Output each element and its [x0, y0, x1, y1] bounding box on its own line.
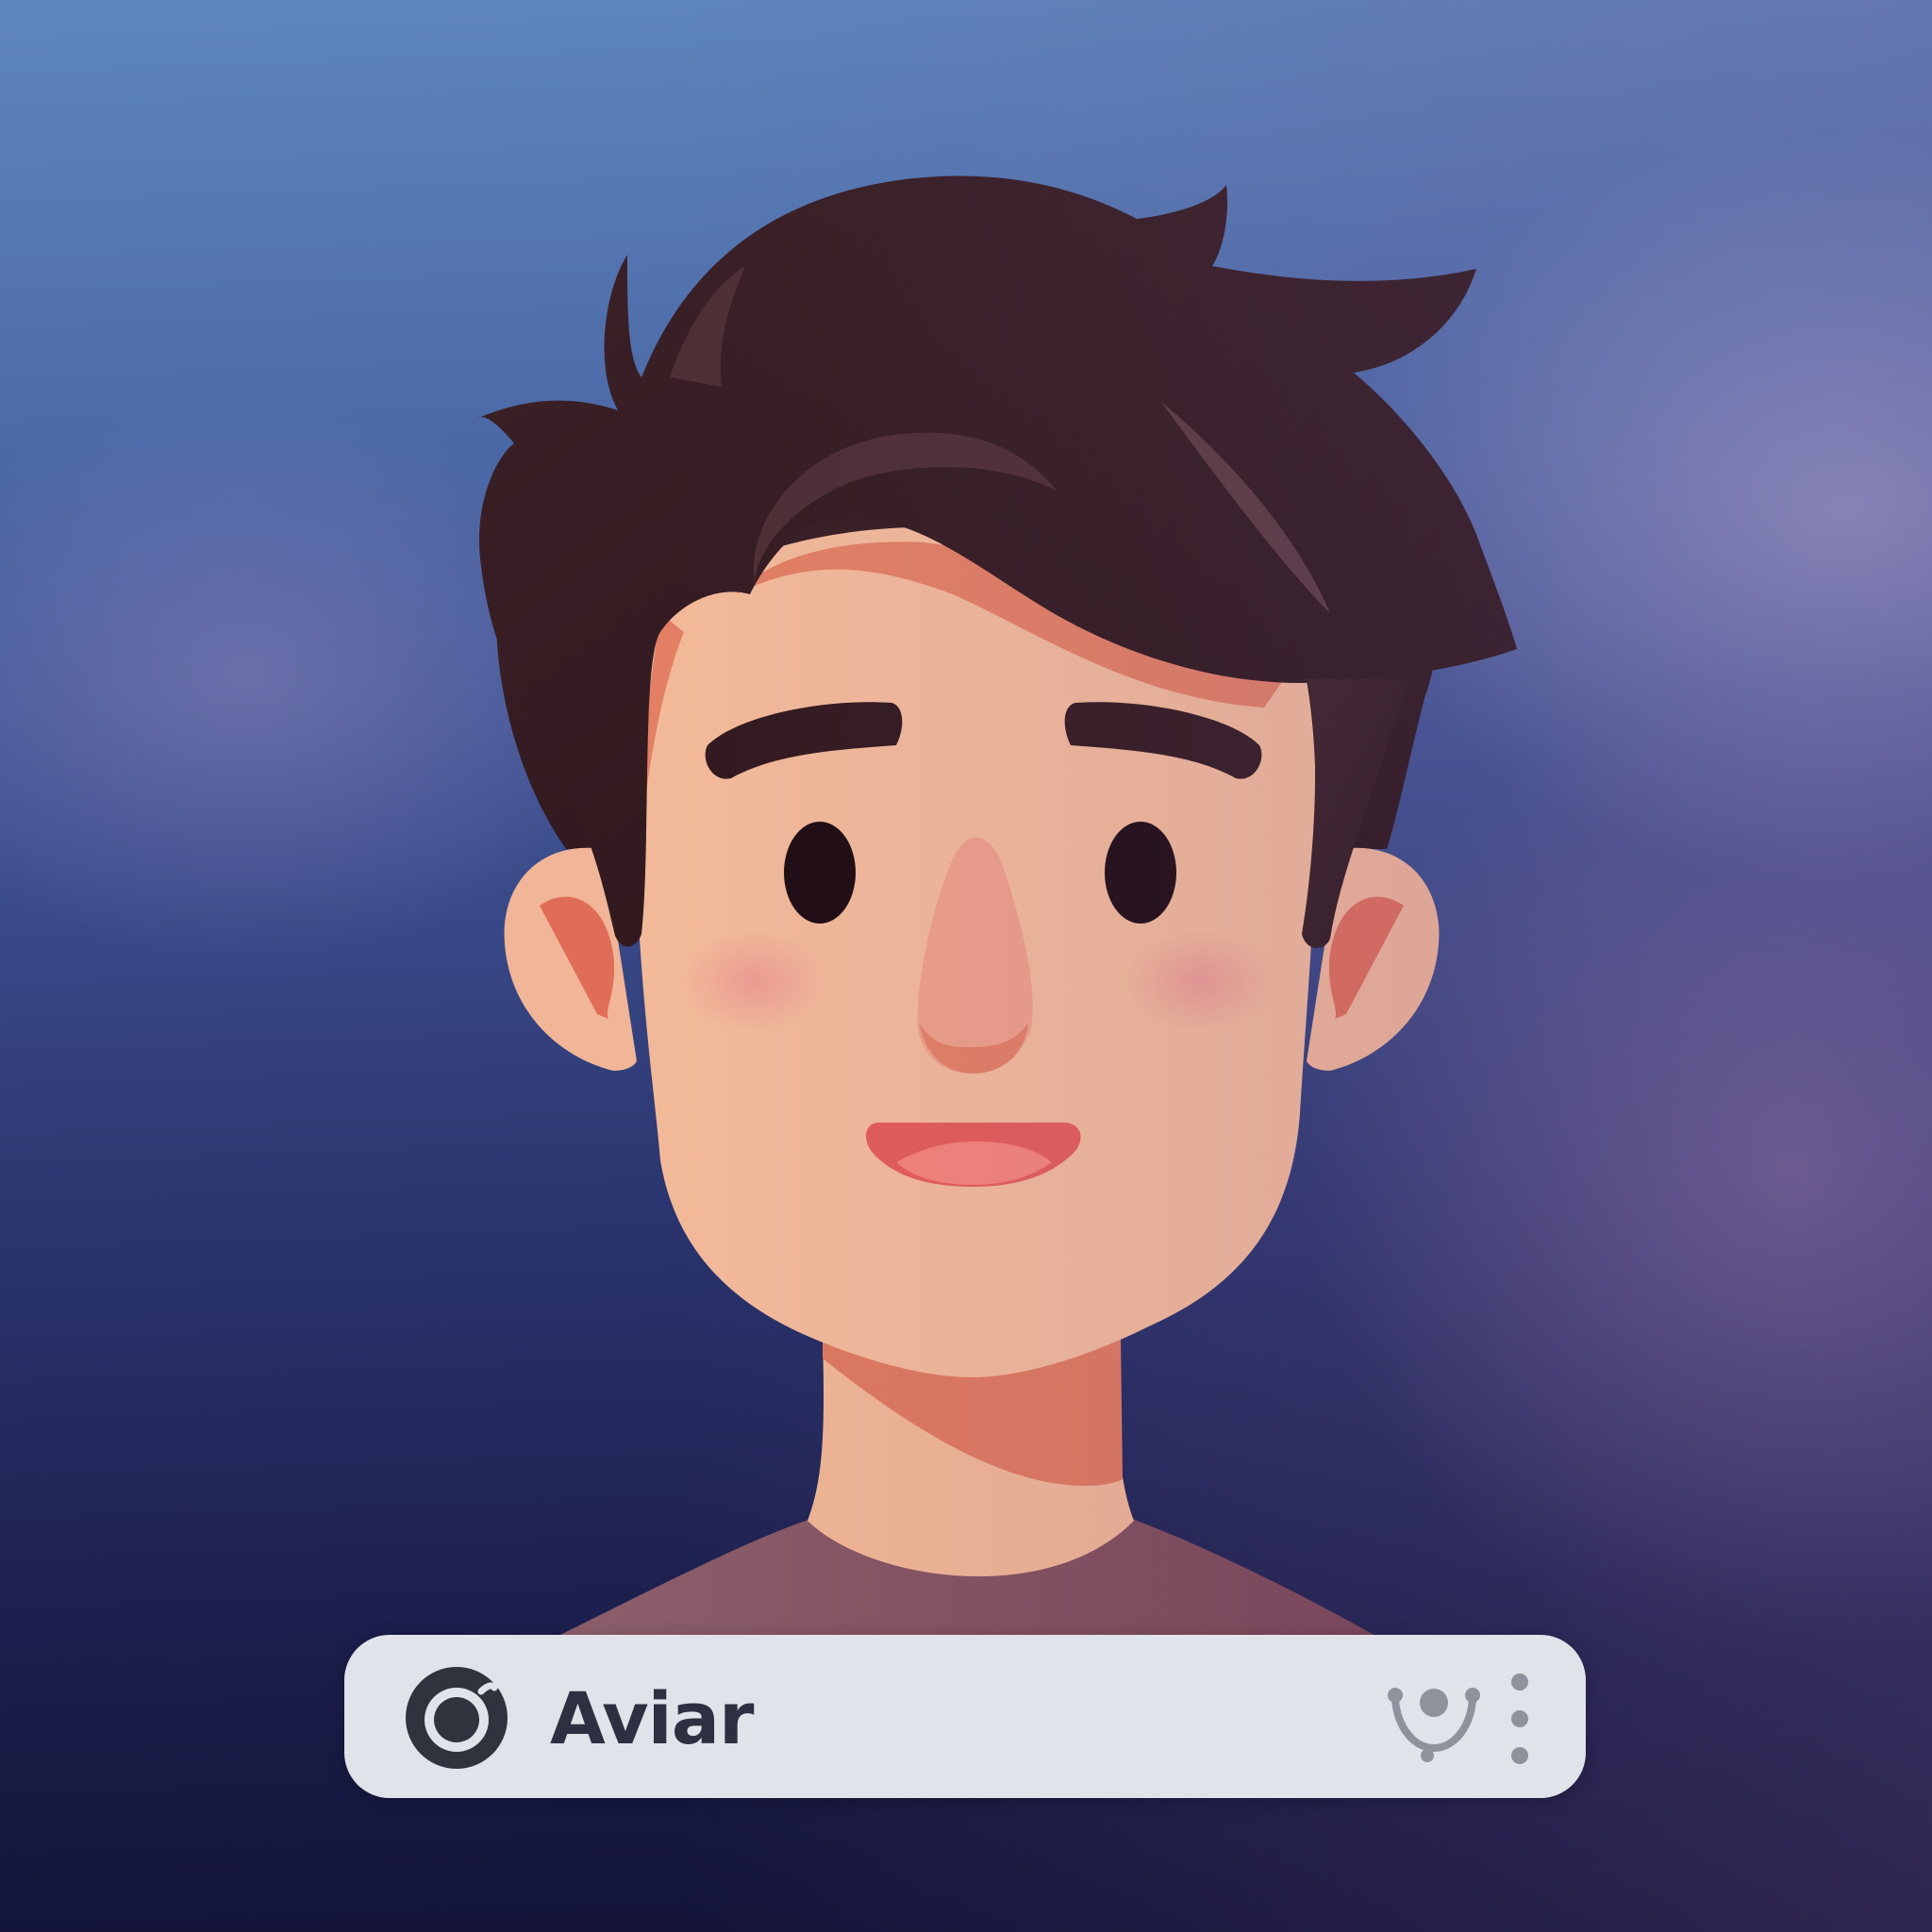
ring-logo-icon[interactable] — [404, 1665, 509, 1771]
right-eye — [1105, 822, 1176, 924]
left-eye — [784, 822, 856, 924]
avatar-companion-icon[interactable] — [1382, 1680, 1486, 1765]
app-name: Aviar — [550, 1676, 754, 1760]
avatar-scene: Aviar — [0, 0, 1932, 1932]
right-cheek — [1126, 930, 1274, 1032]
vertical-dots-icon[interactable] — [1503, 1667, 1537, 1771]
left-cheek — [681, 930, 828, 1032]
app-name-bar: Aviar — [344, 1635, 1586, 1798]
